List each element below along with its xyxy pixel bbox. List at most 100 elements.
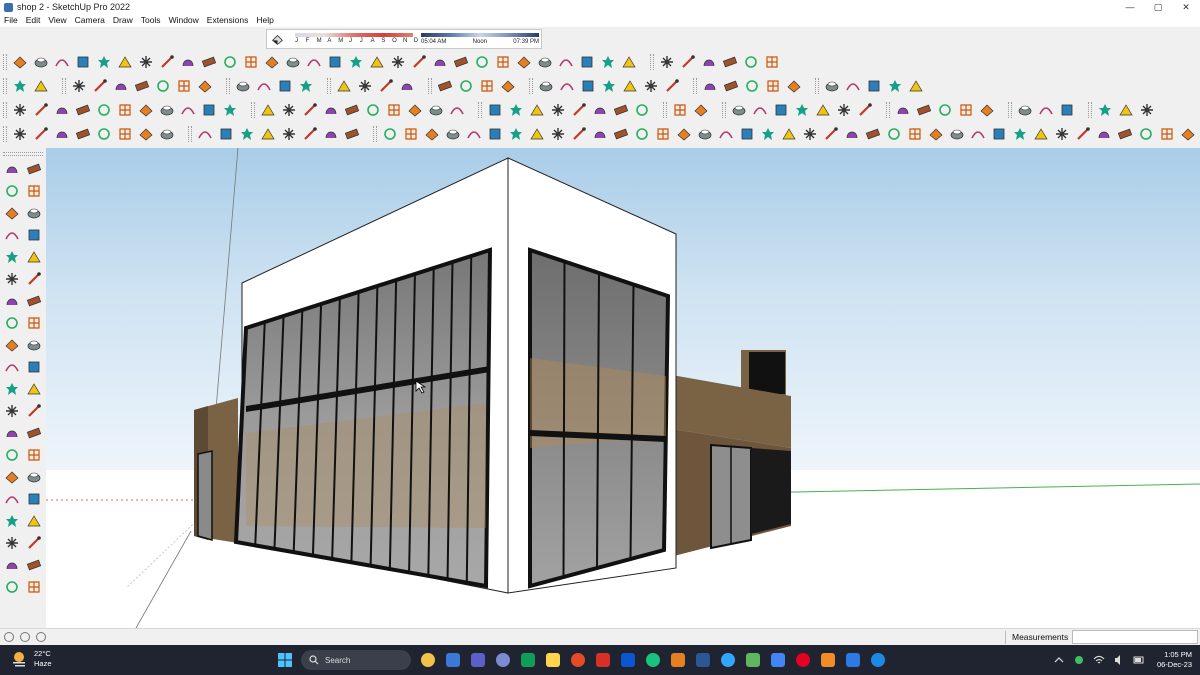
camera-icon[interactable] bbox=[620, 53, 638, 71]
solid-tool-icon[interactable] bbox=[1116, 125, 1134, 143]
circle-icon[interactable] bbox=[721, 53, 739, 71]
offset-icon[interactable] bbox=[200, 101, 218, 119]
section-plane-icon[interactable] bbox=[364, 101, 382, 119]
minimize-button[interactable]: — bbox=[1116, 0, 1144, 14]
scale-icon[interactable] bbox=[894, 101, 912, 119]
zoom-icon[interactable] bbox=[865, 77, 883, 95]
solid-tool-icon[interactable] bbox=[276, 77, 294, 95]
dimension-icon[interactable] bbox=[406, 101, 424, 119]
zoom-icon[interactable] bbox=[326, 53, 344, 71]
offset-icon[interactable] bbox=[200, 53, 218, 71]
rectangle-icon[interactable] bbox=[717, 125, 735, 143]
sandbox-icon[interactable] bbox=[465, 125, 483, 143]
rectangle-icon[interactable] bbox=[53, 53, 71, 71]
protractor-icon[interactable] bbox=[444, 125, 462, 143]
tape-measure-icon[interactable] bbox=[221, 53, 239, 71]
move-icon[interactable] bbox=[3, 336, 21, 354]
section-plane-icon[interactable] bbox=[347, 53, 365, 71]
dimension-icon[interactable] bbox=[1138, 101, 1156, 119]
move-icon[interactable] bbox=[137, 125, 155, 143]
arc-icon[interactable] bbox=[793, 101, 811, 119]
copilot-app-icon[interactable] bbox=[444, 651, 462, 669]
move-icon[interactable] bbox=[835, 101, 853, 119]
layer-icon[interactable] bbox=[591, 101, 609, 119]
paint-bucket-icon[interactable] bbox=[259, 101, 277, 119]
offset-icon[interactable] bbox=[722, 77, 740, 95]
opera-app-icon[interactable] bbox=[594, 651, 612, 669]
select-icon[interactable] bbox=[658, 53, 676, 71]
style-icon[interactable] bbox=[536, 53, 554, 71]
component-icon[interactable] bbox=[3, 182, 21, 200]
menu-camera[interactable]: Camera bbox=[71, 14, 109, 27]
text-icon[interactable] bbox=[402, 125, 420, 143]
paint-bucket-icon[interactable] bbox=[764, 77, 782, 95]
shadow-icon[interactable] bbox=[25, 226, 43, 244]
line-icon[interactable] bbox=[679, 53, 697, 71]
toolbar-grip[interactable] bbox=[3, 54, 7, 70]
rotate-icon[interactable] bbox=[158, 101, 176, 119]
model-scene[interactable] bbox=[46, 148, 1200, 628]
fog-icon[interactable] bbox=[599, 53, 617, 71]
menu-window[interactable]: Window bbox=[165, 14, 203, 27]
menu-edit[interactable]: Edit bbox=[22, 14, 45, 27]
store-app-icon[interactable] bbox=[844, 651, 862, 669]
orbit-icon[interactable] bbox=[301, 101, 319, 119]
toolbar-grip[interactable] bbox=[226, 78, 230, 94]
zoom-icon[interactable] bbox=[990, 125, 1008, 143]
protractor-icon[interactable] bbox=[25, 468, 43, 486]
rectangle-icon[interactable] bbox=[558, 77, 576, 95]
battery-icon[interactable] bbox=[1133, 654, 1145, 666]
widgets-app-icon[interactable] bbox=[419, 651, 437, 669]
scale-icon[interactable] bbox=[179, 101, 197, 119]
line-icon[interactable] bbox=[32, 53, 50, 71]
group-icon[interactable] bbox=[528, 101, 546, 119]
orbit-icon[interactable] bbox=[284, 53, 302, 71]
scale-icon[interactable] bbox=[701, 77, 719, 95]
camera-icon[interactable] bbox=[25, 248, 43, 266]
shadow-icon[interactable] bbox=[612, 101, 630, 119]
offset-icon[interactable] bbox=[217, 125, 235, 143]
maximize-button[interactable]: ▢ bbox=[1144, 0, 1172, 14]
component-icon[interactable] bbox=[1137, 125, 1155, 143]
toolbar-grip[interactable] bbox=[529, 78, 533, 94]
wifi-icon[interactable] bbox=[1093, 654, 1105, 666]
select-icon[interactable] bbox=[11, 101, 29, 119]
group-icon[interactable] bbox=[1158, 125, 1176, 143]
pan-icon[interactable] bbox=[305, 53, 323, 71]
style-icon[interactable] bbox=[570, 101, 588, 119]
credits-icon[interactable] bbox=[20, 632, 30, 642]
rectangle-icon[interactable] bbox=[3, 292, 21, 310]
zoom-icon[interactable] bbox=[25, 424, 43, 442]
toolbar-grip[interactable] bbox=[663, 102, 667, 118]
select-icon[interactable] bbox=[3, 270, 21, 288]
scale-icon[interactable] bbox=[3, 358, 21, 376]
start-menu-icon[interactable] bbox=[276, 651, 294, 669]
sketchup-taskbar-icon[interactable] bbox=[744, 651, 762, 669]
zoom-icon[interactable] bbox=[133, 77, 151, 95]
sticky-notes-app-icon[interactable] bbox=[544, 651, 562, 669]
layer-icon[interactable] bbox=[3, 556, 21, 574]
solid-tool-icon[interactable] bbox=[25, 160, 43, 178]
sandbox-icon[interactable] bbox=[1095, 125, 1113, 143]
group-icon[interactable] bbox=[528, 125, 546, 143]
solid-tool-icon[interactable] bbox=[486, 125, 504, 143]
tape-measure-icon[interactable] bbox=[885, 125, 903, 143]
sandbox-icon[interactable] bbox=[3, 160, 21, 178]
style-icon[interactable] bbox=[377, 77, 395, 95]
sandbox-icon[interactable] bbox=[431, 53, 449, 71]
line-icon[interactable] bbox=[696, 125, 714, 143]
line-icon[interactable] bbox=[537, 77, 555, 95]
text-icon[interactable] bbox=[368, 53, 386, 71]
orbit-icon[interactable] bbox=[948, 125, 966, 143]
rotate-icon[interactable] bbox=[25, 336, 43, 354]
eraser-icon[interactable] bbox=[785, 77, 803, 95]
scale-icon[interactable] bbox=[196, 125, 214, 143]
circle-icon[interactable] bbox=[579, 77, 597, 95]
toolbar-grip[interactable] bbox=[327, 78, 331, 94]
solid-tool-icon[interactable] bbox=[25, 490, 43, 508]
layer-icon[interactable] bbox=[557, 53, 575, 71]
arc-icon[interactable] bbox=[742, 53, 760, 71]
orbit-icon[interactable] bbox=[25, 402, 43, 420]
text-icon[interactable] bbox=[385, 101, 403, 119]
line-icon[interactable] bbox=[32, 125, 50, 143]
